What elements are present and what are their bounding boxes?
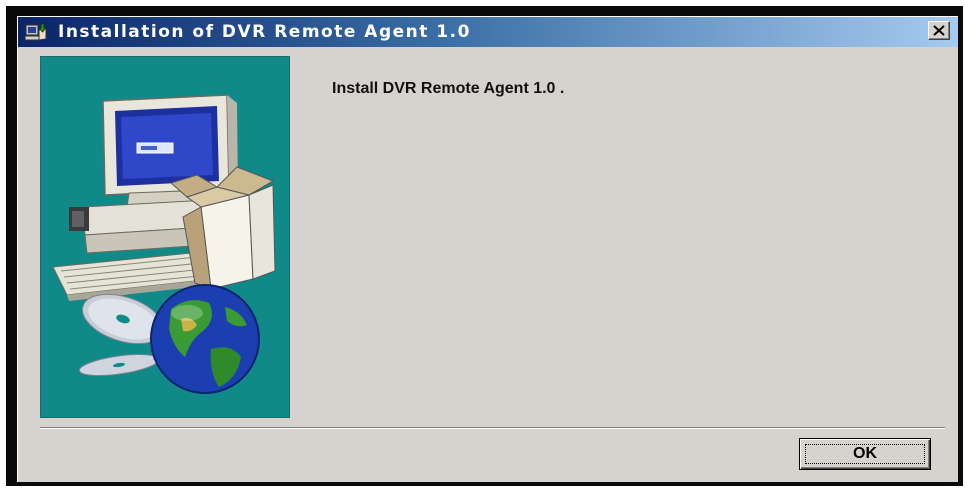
installer-icon bbox=[24, 22, 47, 42]
ok-button[interactable]: OK bbox=[799, 438, 931, 470]
computer-setup-illustration bbox=[40, 56, 290, 418]
close-button[interactable] bbox=[928, 21, 950, 40]
separator-line bbox=[40, 427, 945, 429]
install-dialog: Installation of DVR Remote Agent 1.0 Ins… bbox=[17, 16, 958, 482]
close-icon bbox=[933, 25, 945, 36]
title-bar[interactable]: Installation of DVR Remote Agent 1.0 bbox=[18, 17, 958, 47]
window-title: Installation of DVR Remote Agent 1.0 bbox=[58, 22, 471, 42]
ok-button-label: OK bbox=[805, 444, 925, 464]
install-message: Install DVR Remote Agent 1.0 . bbox=[332, 80, 565, 97]
